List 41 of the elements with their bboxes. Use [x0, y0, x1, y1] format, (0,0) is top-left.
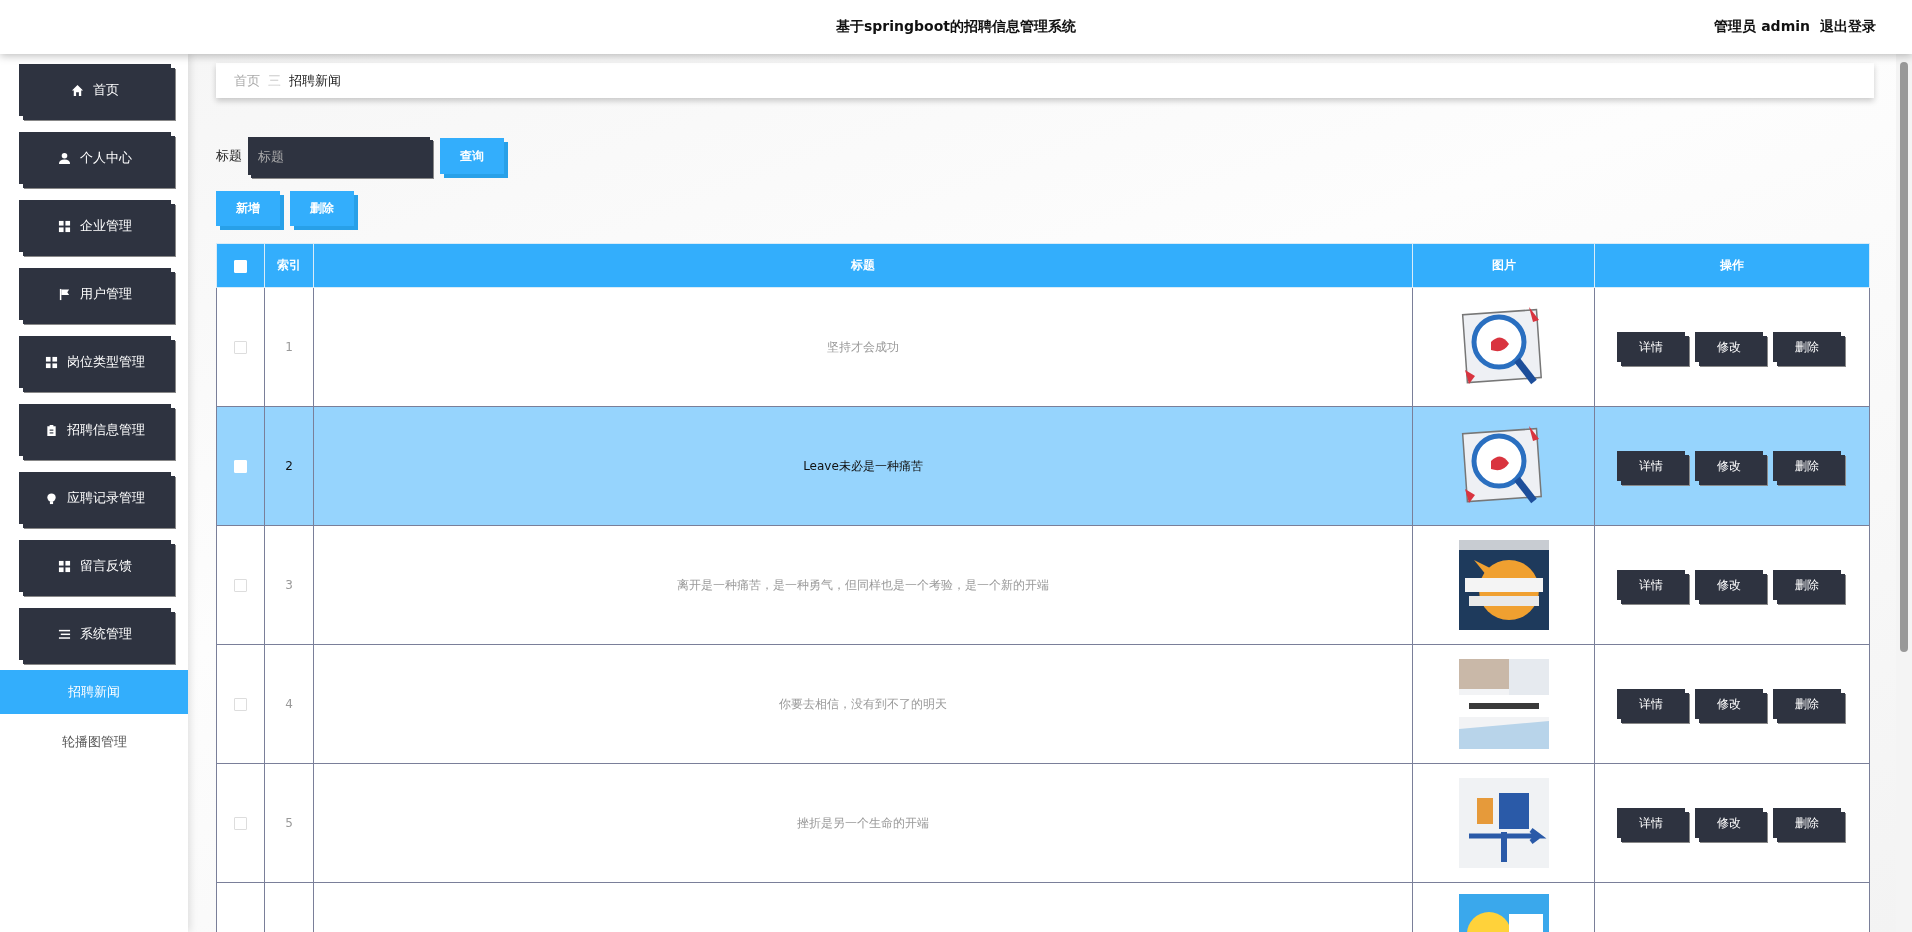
table-row[interactable]: 1 坚持才会成功 详情 修改 删除: [216, 287, 1870, 407]
row-checkbox[interactable]: [234, 579, 247, 592]
table-row[interactable]: 3 离开是一种痛苦，是一种勇气，但同样也是一个考验，是一个新的开端 详情 修改 删除: [216, 525, 1870, 645]
title-cell: 离开是一种痛苦，是一种勇气，但同样也是一个考验，是一个新的开端: [677, 577, 1049, 592]
select-all-checkbox[interactable]: [234, 259, 247, 273]
row-checkbox[interactable]: [234, 341, 247, 354]
column-header: 索引: [277, 258, 301, 272]
title-cell: Leave未必是一种痛苦: [803, 458, 923, 473]
clipboard-icon: [45, 423, 58, 437]
column-header: 操作: [1720, 258, 1744, 272]
flag-icon: [58, 287, 71, 301]
index-cell: 1: [285, 340, 293, 354]
row-checkbox[interactable]: [234, 698, 247, 711]
index-cell: 4: [285, 697, 293, 711]
home-icon: [71, 83, 84, 97]
scrollbar[interactable]: [1896, 54, 1912, 932]
column-header: 标题: [851, 258, 875, 272]
title-cell: 你要去相信，没有到不了的明天: [779, 696, 947, 711]
user-label: 管理员 admin: [1714, 18, 1810, 36]
grid-icon: [45, 355, 58, 369]
title-cell: 坚持才会成功: [827, 339, 899, 354]
logout-link[interactable]: 退出登录: [1820, 18, 1876, 36]
title-cell: 挫折是另一个生命的开端: [797, 815, 929, 830]
column-header: 图片: [1491, 258, 1516, 272]
index-cell: 5: [285, 816, 293, 830]
grid-icon: [58, 559, 71, 573]
search-label: 标题: [216, 147, 242, 165]
search-field[interactable]: 标题: [248, 137, 430, 175]
list-icon: [58, 627, 71, 641]
lightbulb-icon: [45, 491, 58, 505]
table-row[interactable]: 5 挫折是另一个生命的开端 详情 修改 删除: [216, 763, 1870, 883]
grid-icon: [58, 219, 71, 233]
breadcrumb-current: 招聘新闻: [289, 71, 341, 90]
app-title: 基于springboot的招聘信息管理系统: [836, 18, 1076, 36]
table-row[interactable]: 2 Leave未必是一种痛苦 详情 修改 删除: [216, 406, 1870, 526]
user-icon: [58, 151, 71, 165]
row-checkbox[interactable]: [234, 817, 247, 830]
index-cell: 3: [285, 578, 293, 592]
index-cell: 2: [285, 459, 293, 473]
submenu-item[interactable]: 轮播图管理: [0, 720, 188, 764]
table-row[interactable]: 4 你要去相信，没有到不了的明天 详情 修改 删除: [216, 644, 1870, 764]
